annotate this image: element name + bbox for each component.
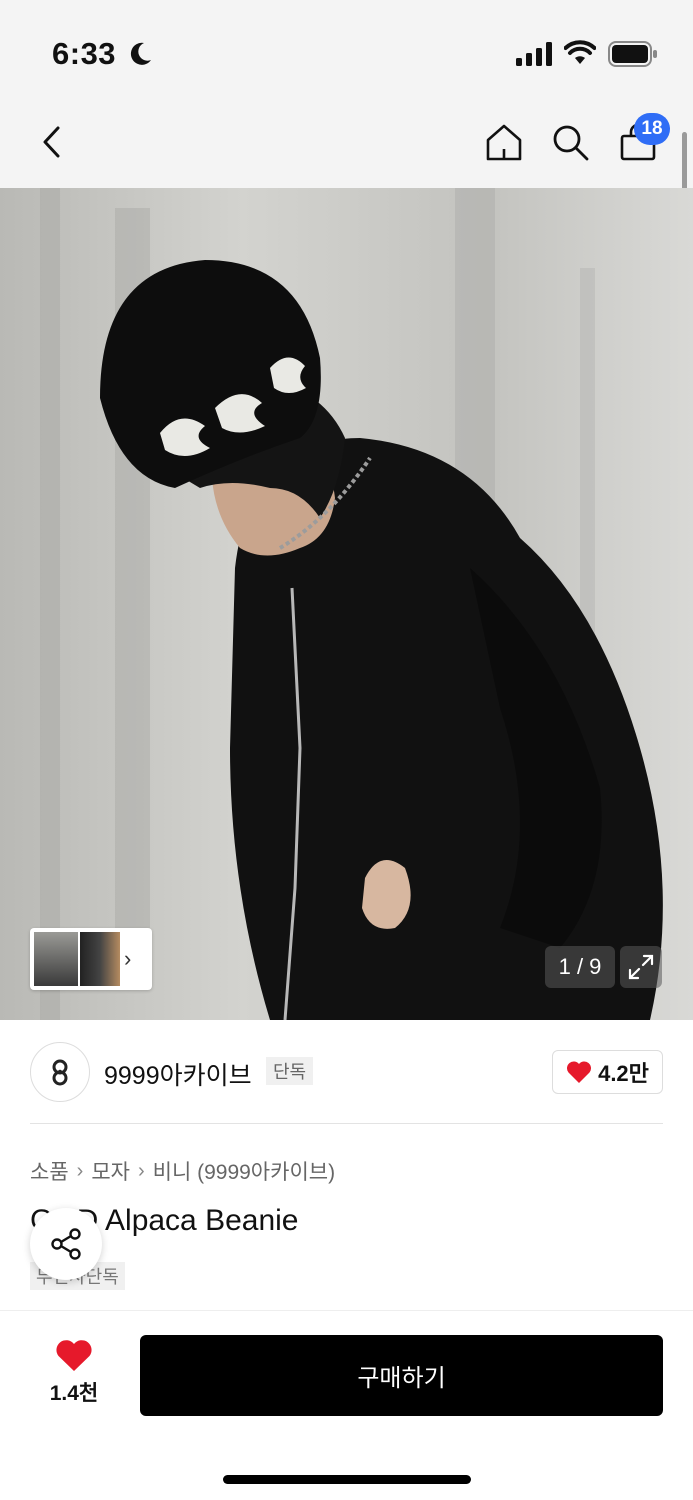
product-photo	[0, 188, 693, 1020]
product-image[interactable]	[0, 188, 693, 1020]
breadcrumb-item[interactable]: 소품	[30, 1156, 69, 1186]
status-bar: 6:33	[0, 0, 693, 100]
breadcrumb-item[interactable]: 모자	[91, 1156, 130, 1186]
thumbnail-strip[interactable]: ›	[30, 928, 152, 990]
heart-icon	[56, 1340, 92, 1371]
chevron-right-icon: ›	[124, 946, 132, 971]
home-indicator	[223, 1475, 471, 1484]
thumbnail-image[interactable]	[80, 932, 120, 986]
signal-icon	[516, 42, 552, 66]
breadcrumb: 소품 › 모자 › 비니 (9999아카이브)	[30, 1156, 335, 1186]
brand-row: 9999아카이브 단독 4.2만	[0, 1020, 693, 1124]
wishlist-count: 1.4천	[49, 1382, 99, 1405]
top-navigation-bar	[0, 100, 693, 188]
expand-button[interactable]	[620, 946, 662, 988]
brand-logo[interactable]	[30, 1042, 90, 1102]
exclusive-badge: 단독	[266, 1057, 314, 1085]
buy-button[interactable]: 구매하기	[140, 1335, 663, 1416]
search-icon	[553, 125, 589, 161]
thumbnail-image[interactable]	[34, 932, 78, 986]
heart-icon	[567, 1061, 592, 1083]
share-button[interactable]	[30, 1208, 102, 1280]
brand-logo-icon	[52, 1059, 68, 1086]
search-button[interactable]	[546, 118, 594, 166]
status-time: 6:33	[52, 36, 117, 71]
divider	[30, 1123, 663, 1124]
wifi-icon	[564, 40, 596, 64]
chevron-right-icon: ›	[76, 1159, 84, 1182]
bottom-action-bar: 1.4천 구매하기	[0, 1310, 693, 1500]
back-button[interactable]	[28, 118, 76, 166]
brand-like-count: 4.2만	[598, 1061, 649, 1086]
brand-name[interactable]: 9999아카이브	[104, 1056, 252, 1092]
expand-icon	[628, 954, 654, 980]
wishlist-button[interactable]: 1.4천	[40, 1339, 108, 1411]
home-button[interactable]	[480, 118, 528, 166]
image-page-counter: 1 / 9	[545, 946, 615, 988]
brand-like-button[interactable]: 4.2만	[552, 1050, 663, 1094]
chevron-left-icon	[43, 126, 60, 158]
cart-count-badge: 18	[634, 113, 670, 145]
share-icon	[51, 1228, 81, 1260]
moon-icon	[130, 42, 151, 65]
home-icon	[486, 124, 522, 161]
battery-icon	[608, 41, 657, 67]
chevron-right-icon: ›	[137, 1159, 145, 1182]
breadcrumb-item[interactable]: 비니 (9999아카이브)	[153, 1156, 335, 1186]
